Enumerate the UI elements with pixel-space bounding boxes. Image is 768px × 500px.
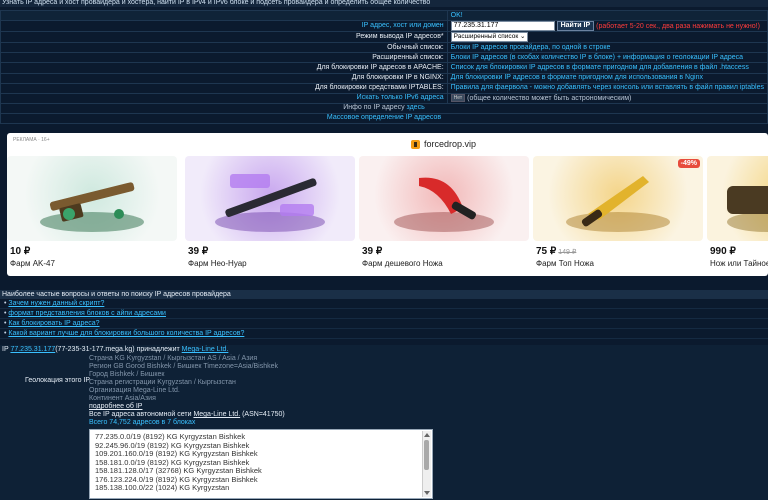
mode-row-text: Список для блокировки IP адресов в форма… bbox=[450, 63, 749, 71]
geo-line: Регион GB Gorod Bishkek / Бишкек Timezon… bbox=[89, 363, 279, 370]
info-text: Инфо по IP адресу bbox=[343, 104, 405, 112]
faq-title: Наиболее частые вопросы и ответы по поис… bbox=[0, 290, 768, 299]
ad-card[interactable]: 10 ₽ Фарм AK-47 bbox=[7, 156, 177, 268]
mode-row-label: Обычный список: bbox=[387, 43, 444, 51]
card-price: 990 ₽ bbox=[710, 246, 736, 257]
geo-line: Страна регистрации Kyrgyzstan / Кыргызст… bbox=[89, 379, 236, 386]
ip-input[interactable]: 77.235.31.177 bbox=[450, 21, 555, 32]
ranges-textarea[interactable]: 77.235.0.0/19 (8192) KG Kyrgyzstan Bishk… bbox=[89, 429, 433, 499]
ok-link[interactable]: OK! bbox=[451, 12, 463, 19]
card-price: 75 ₽149 ₽ bbox=[536, 246, 577, 257]
scroll-up-icon[interactable] bbox=[424, 433, 430, 437]
brand-logo-icon bbox=[411, 140, 420, 150]
page-heading-cut: Узнать IP адреса и хост провайдера и хос… bbox=[0, 0, 768, 7]
ad-card[interactable]: -49% 75 ₽149 ₽ Фарм Топ Ножа bbox=[533, 156, 703, 268]
scroll-thumb[interactable] bbox=[424, 440, 429, 470]
faq-section: Наиболее частые вопросы и ответы по поис… bbox=[0, 290, 768, 339]
knife-skin-icon bbox=[359, 156, 529, 241]
ad-banner[interactable]: РЕКЛАМА · 16+ forcedrop.vip 10 ₽ Фарм AK… bbox=[7, 133, 768, 276]
mode-row-label: Для блокировки средствами IPTABLES: bbox=[314, 84, 444, 92]
chevron-down-icon: ⌄ bbox=[520, 33, 526, 41]
ip-link[interactable]: 77.235.31.177 bbox=[10, 346, 55, 353]
card-name: Фарм Топ Ножа bbox=[536, 259, 594, 268]
mode-row-label: Для блокировки IP адресов в APACHE: bbox=[316, 63, 444, 71]
geo-line: Континент Asia/Азия bbox=[89, 395, 156, 402]
geo-line: Организация Mega-Line Ltd. bbox=[89, 387, 180, 394]
ak47-skin-icon bbox=[7, 156, 177, 241]
ad-card[interactable]: 39 ₽ Фарм Нео-Нуар bbox=[185, 156, 355, 268]
lookup-result: IP 77.235.31.177(77-235-31-177.mega.kg) … bbox=[0, 345, 768, 500]
ad-card[interactable]: 39 ₽ Фарм дешевого Ножа bbox=[359, 156, 529, 268]
find-note: (работает 5-20 сек., два раза нажимать н… bbox=[596, 22, 760, 30]
scroll-down-icon[interactable] bbox=[424, 491, 430, 495]
find-ip-button[interactable]: Найти IP bbox=[556, 21, 595, 32]
neo-noir-skin-icon bbox=[185, 156, 355, 241]
card-price: 39 ₽ bbox=[362, 246, 383, 257]
faq-item[interactable]: • Какой вариант лучше для блокировки бол… bbox=[0, 329, 768, 339]
mode-select[interactable]: Расширенный список ⌄ bbox=[450, 32, 529, 43]
mode-label: Режим вывода IP адресов* bbox=[355, 33, 444, 41]
faq-item[interactable]: • формат представления блоков с айпи адр… bbox=[0, 309, 768, 319]
ad-card[interactable]: 990 ₽ Нож или Тайное bbox=[707, 156, 768, 268]
card-name: Нож или Тайное bbox=[710, 259, 768, 268]
faq-item[interactable]: • Как блокировать IP адреса? bbox=[0, 319, 768, 329]
asn-line: Все IP адреса автономной сети Mega-Line … bbox=[89, 411, 285, 418]
info-link[interactable]: здесь bbox=[407, 104, 425, 111]
asn-owner-link[interactable]: Mega-Line Ltd. bbox=[193, 411, 240, 418]
faq-item[interactable]: • Зачем нужен данный скрипт? bbox=[0, 299, 768, 309]
ad-label: РЕКЛАМА · 16+ bbox=[13, 137, 50, 143]
geo-line: Страна KG Kyrgyzstan / Кыргызстан AS / A… bbox=[89, 355, 258, 362]
secret-item-icon bbox=[707, 156, 768, 241]
ipv6-select[interactable]: Нет bbox=[450, 93, 466, 102]
ip-summary: IP 77.235.31.177(77-235-31-177.mega.kg) … bbox=[2, 346, 229, 353]
mode-row-text: Блоки IP адресов (в скобах количество IP… bbox=[450, 53, 744, 61]
card-name: Фарм AK-47 bbox=[10, 259, 55, 268]
ad-brand[interactable]: forcedrop.vip bbox=[411, 139, 476, 150]
top-knife-skin-icon: -49% bbox=[533, 156, 703, 241]
card-name: Фарм дешевого Ножа bbox=[362, 259, 443, 268]
ipv6-note: (общее количество может быть астрономиче… bbox=[467, 94, 632, 102]
mass-lookup-link[interactable]: Массовое определение IP адресов bbox=[327, 114, 441, 121]
discount-badge: -49% bbox=[677, 159, 700, 168]
card-price: 39 ₽ bbox=[188, 246, 209, 257]
mode-row-text: Правила для фаервола - можно добавлять ч… bbox=[450, 84, 764, 92]
ip-field-label: IP адрес, хост или домен bbox=[361, 22, 444, 30]
card-name: Фарм Нео-Нуар bbox=[188, 259, 247, 268]
ipv6-label: Искать только IPv6 адреса bbox=[356, 94, 444, 102]
geo-details: Страна KG Kyrgyzstan / Кыргызстан AS / A… bbox=[89, 355, 285, 427]
mode-row-text: Для блокировки IP адресов в формате приг… bbox=[450, 74, 703, 82]
ranges-scrollbar[interactable] bbox=[422, 431, 431, 497]
geo-label: Геолокация этого IP bbox=[25, 377, 91, 384]
geo-line: Город Bishkek / Бишкек bbox=[89, 371, 165, 378]
total-count: Всего 74,752 адресов в 7 блоках bbox=[89, 419, 196, 426]
mode-row-text: Блоки IP адресов провайдера, по одной в … bbox=[450, 43, 611, 51]
card-price: 10 ₽ bbox=[10, 246, 31, 257]
mode-row-label: Расширенный список: bbox=[372, 53, 444, 61]
search-form: OK! IP адрес, хост или домен 77.235.31.1… bbox=[0, 9, 768, 125]
mode-row-label: Для блокировки IP в NGINX: bbox=[351, 74, 444, 82]
more-info-link[interactable]: подробнее об IP bbox=[89, 403, 142, 410]
range-line: 185.138.100.0/22 (1024) KG Kyrgyzstan bbox=[95, 483, 230, 492]
owner-link[interactable]: Mega-Line Ltd. bbox=[182, 346, 229, 353]
